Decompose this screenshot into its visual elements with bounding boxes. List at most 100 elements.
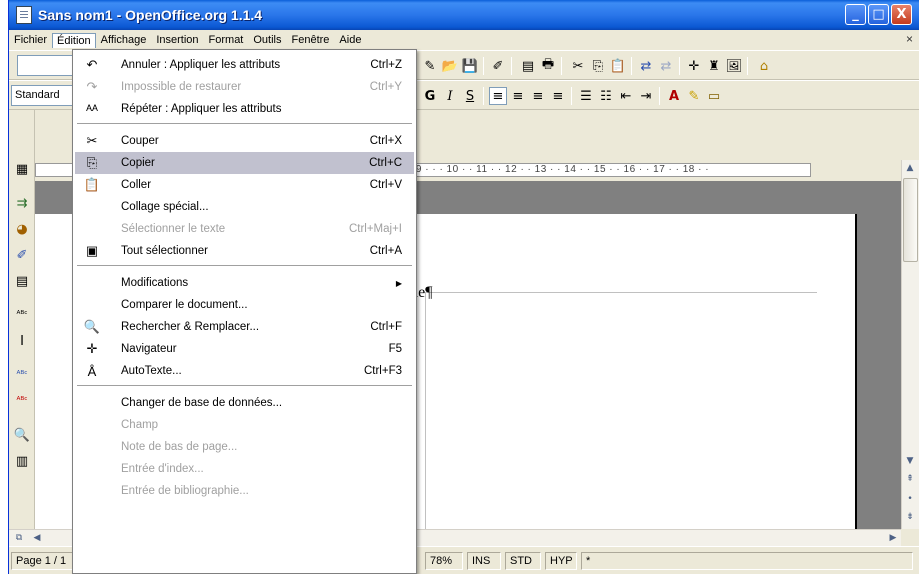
document-close-icon[interactable]: ×: [906, 32, 913, 46]
toolbar-separator: [483, 57, 484, 75]
font-color-icon[interactable]: A: [665, 87, 683, 105]
copy-icon[interactable]: ⎘: [589, 57, 607, 75]
align-justify-icon[interactable]: ≡: [549, 87, 567, 105]
menu-item-shortcut: Ctrl+X: [369, 135, 402, 147]
selection-mode-indicator[interactable]: STD: [505, 552, 541, 570]
export-pdf-icon[interactable]: ▤: [519, 57, 537, 75]
underline-icon[interactable]: S: [461, 87, 479, 105]
edit-menu-item[interactable]: ᴬᴬ Répéter : Appliquer les attributs: [75, 98, 414, 120]
paragraph-style-select[interactable]: Standard: [11, 85, 77, 106]
edit-file-icon[interactable]: ✎: [421, 57, 439, 75]
edit-menu-item[interactable]: Changer de base de données...: [75, 392, 414, 414]
navigator-icon[interactable]: ✛: [685, 57, 703, 75]
binoculars-icon[interactable]: 🔍: [13, 426, 31, 444]
edit-menu-item[interactable]: Modifications ▶: [75, 272, 414, 294]
edit-mode-icon[interactable]: ✐: [489, 57, 507, 75]
edit-menu-item[interactable]: ▣ Tout sélectionner Ctrl+A: [75, 240, 414, 262]
bold-icon[interactable]: G: [421, 87, 439, 105]
align-right-icon[interactable]: ≡: [529, 87, 547, 105]
writer-document-icon: [16, 6, 32, 24]
edit-menu-item[interactable]: Entrée de bibliographie...: [75, 480, 414, 502]
previous-page-icon[interactable]: ⇞: [902, 471, 918, 487]
gallery-icon[interactable]: 🖼: [725, 57, 743, 75]
undo-icon: ↶: [86, 57, 98, 72]
hyperlink-mode-indicator[interactable]: HYP: [545, 552, 577, 570]
edit-menu-item[interactable]: 🔍 Rechercher & Remplacer... Ctrl+F: [75, 316, 414, 338]
menu-affichage[interactable]: Affichage: [96, 32, 152, 48]
view-layout-icon[interactable]: ⧉: [11, 530, 27, 546]
edit-menu-item[interactable]: Sélectionner le texte Ctrl+Maj+I: [75, 218, 414, 240]
edit-menu-item[interactable]: Collage spécial...: [75, 196, 414, 218]
close-button[interactable]: X: [891, 4, 912, 25]
edit-menu-item[interactable]: ✛ Navigateur F5: [75, 338, 414, 360]
italic-icon[interactable]: I: [441, 87, 459, 105]
open-folder-icon[interactable]: 📂: [441, 57, 459, 75]
autospellcheck-icon[interactable]: ᴬᴮᶜ: [13, 392, 31, 410]
zoom-indicator[interactable]: 78%: [425, 552, 463, 570]
decrease-indent-icon[interactable]: ⇤: [617, 87, 635, 105]
datasource-icon[interactable]: ⌂: [755, 57, 773, 75]
menu-item-shortcut: Ctrl+F3: [363, 365, 402, 377]
background-color-icon[interactable]: ▭: [705, 87, 723, 105]
datasources-icon[interactable]: ▥: [13, 452, 31, 470]
edit-menu-item[interactable]: Note de bas de page...: [75, 436, 414, 458]
highlight-icon[interactable]: ✎: [685, 87, 703, 105]
menu-item-shortcut: Ctrl+Z: [370, 59, 402, 71]
edit-menu-item[interactable]: ⎘ Copier Ctrl+C: [75, 152, 414, 174]
title-bar[interactable]: Sans nom1 - OpenOffice.org 1.1.4 _ □ X: [9, 0, 919, 30]
edit-menu-item[interactable]: 📋 Coller Ctrl+V: [75, 174, 414, 196]
scroll-up-icon[interactable]: ▲: [902, 160, 918, 176]
scroll-left-icon[interactable]: ◀: [29, 530, 45, 546]
increase-indent-icon[interactable]: ⇥: [637, 87, 655, 105]
align-center-icon[interactable]: ≡: [509, 87, 527, 105]
menu-item-label: Tout sélectionner: [121, 245, 208, 257]
toolbar-separator: [659, 87, 660, 105]
form-controls-icon[interactable]: ▤: [13, 272, 31, 290]
text-cursor-icon[interactable]: I: [13, 332, 31, 350]
insert-table-icon[interactable]: ▦: [13, 160, 31, 178]
save-icon[interactable]: 💾: [461, 57, 479, 75]
maximize-button[interactable]: □: [868, 4, 889, 25]
edit-menu-item[interactable]: Champ: [75, 414, 414, 436]
bullets-icon[interactable]: ☷: [597, 87, 615, 105]
vertical-scrollbar[interactable]: ▲ ▼ ⇞ • ⇟: [901, 160, 919, 529]
vertical-scroll-thumb[interactable]: [903, 178, 918, 262]
paste-icon[interactable]: 📋: [609, 57, 627, 75]
edit-menu-item[interactable]: Å AutoTexte... Ctrl+F3: [75, 360, 414, 382]
edit-menu-item[interactable]: ↷ Impossible de restaurer Ctrl+Y: [75, 76, 414, 98]
scroll-down-icon[interactable]: ▼: [902, 453, 918, 469]
show-draw-functions-icon[interactable]: ✐: [13, 246, 31, 264]
redo-icon[interactable]: ⇄: [657, 57, 675, 75]
menu-format[interactable]: Format: [204, 32, 249, 48]
undo-icon[interactable]: ⇄: [637, 57, 655, 75]
next-page-icon[interactable]: ⇟: [902, 509, 918, 525]
menu-aide[interactable]: Aide: [334, 32, 366, 48]
spellcheck-icon[interactable]: ᴬᴮᶜ: [13, 366, 31, 384]
url-input[interactable]: [17, 55, 77, 76]
navigation-icon[interactable]: •: [902, 491, 918, 507]
menu-item-shortcut: Ctrl+F: [370, 321, 402, 333]
menu-item-shortcut: Ctrl+C: [369, 157, 402, 169]
menu-fichier[interactable]: Fichier: [9, 32, 52, 48]
menu-outils[interactable]: Outils: [248, 32, 286, 48]
align-left-icon[interactable]: ≡: [489, 87, 507, 105]
menu-fenetre[interactable]: Fenêtre: [287, 32, 335, 48]
minimize-icon: _: [852, 7, 859, 22]
edit-menu-item[interactable]: Entrée d'index...: [75, 458, 414, 480]
scroll-right-icon[interactable]: ▶: [885, 530, 901, 546]
minimize-button[interactable]: _: [845, 4, 866, 25]
insert-fields-icon[interactable]: ⇉: [13, 194, 31, 212]
cut-icon[interactable]: ✂: [569, 57, 587, 75]
stylist-icon[interactable]: ♜: [705, 57, 723, 75]
numbering-icon[interactable]: ☰: [577, 87, 595, 105]
autocomplete-icon[interactable]: ᴬᴮᶜ: [13, 306, 31, 324]
menu-edition[interactable]: Édition: [52, 32, 96, 48]
edit-menu-item[interactable]: ↶ Annuler : Appliquer les attributs Ctrl+Z: [75, 54, 414, 76]
edit-menu-item[interactable]: Comparer le document...: [75, 294, 414, 316]
print-icon[interactable]: 🖶: [539, 57, 557, 75]
insert-object-icon[interactable]: ◕: [13, 220, 31, 238]
insert-mode-indicator[interactable]: INS: [467, 552, 501, 570]
menu-insertion[interactable]: Insertion: [151, 32, 203, 48]
page-indicator[interactable]: Page 1 / 1: [11, 552, 77, 570]
edit-menu-item[interactable]: ✂ Couper Ctrl+X: [75, 130, 414, 152]
